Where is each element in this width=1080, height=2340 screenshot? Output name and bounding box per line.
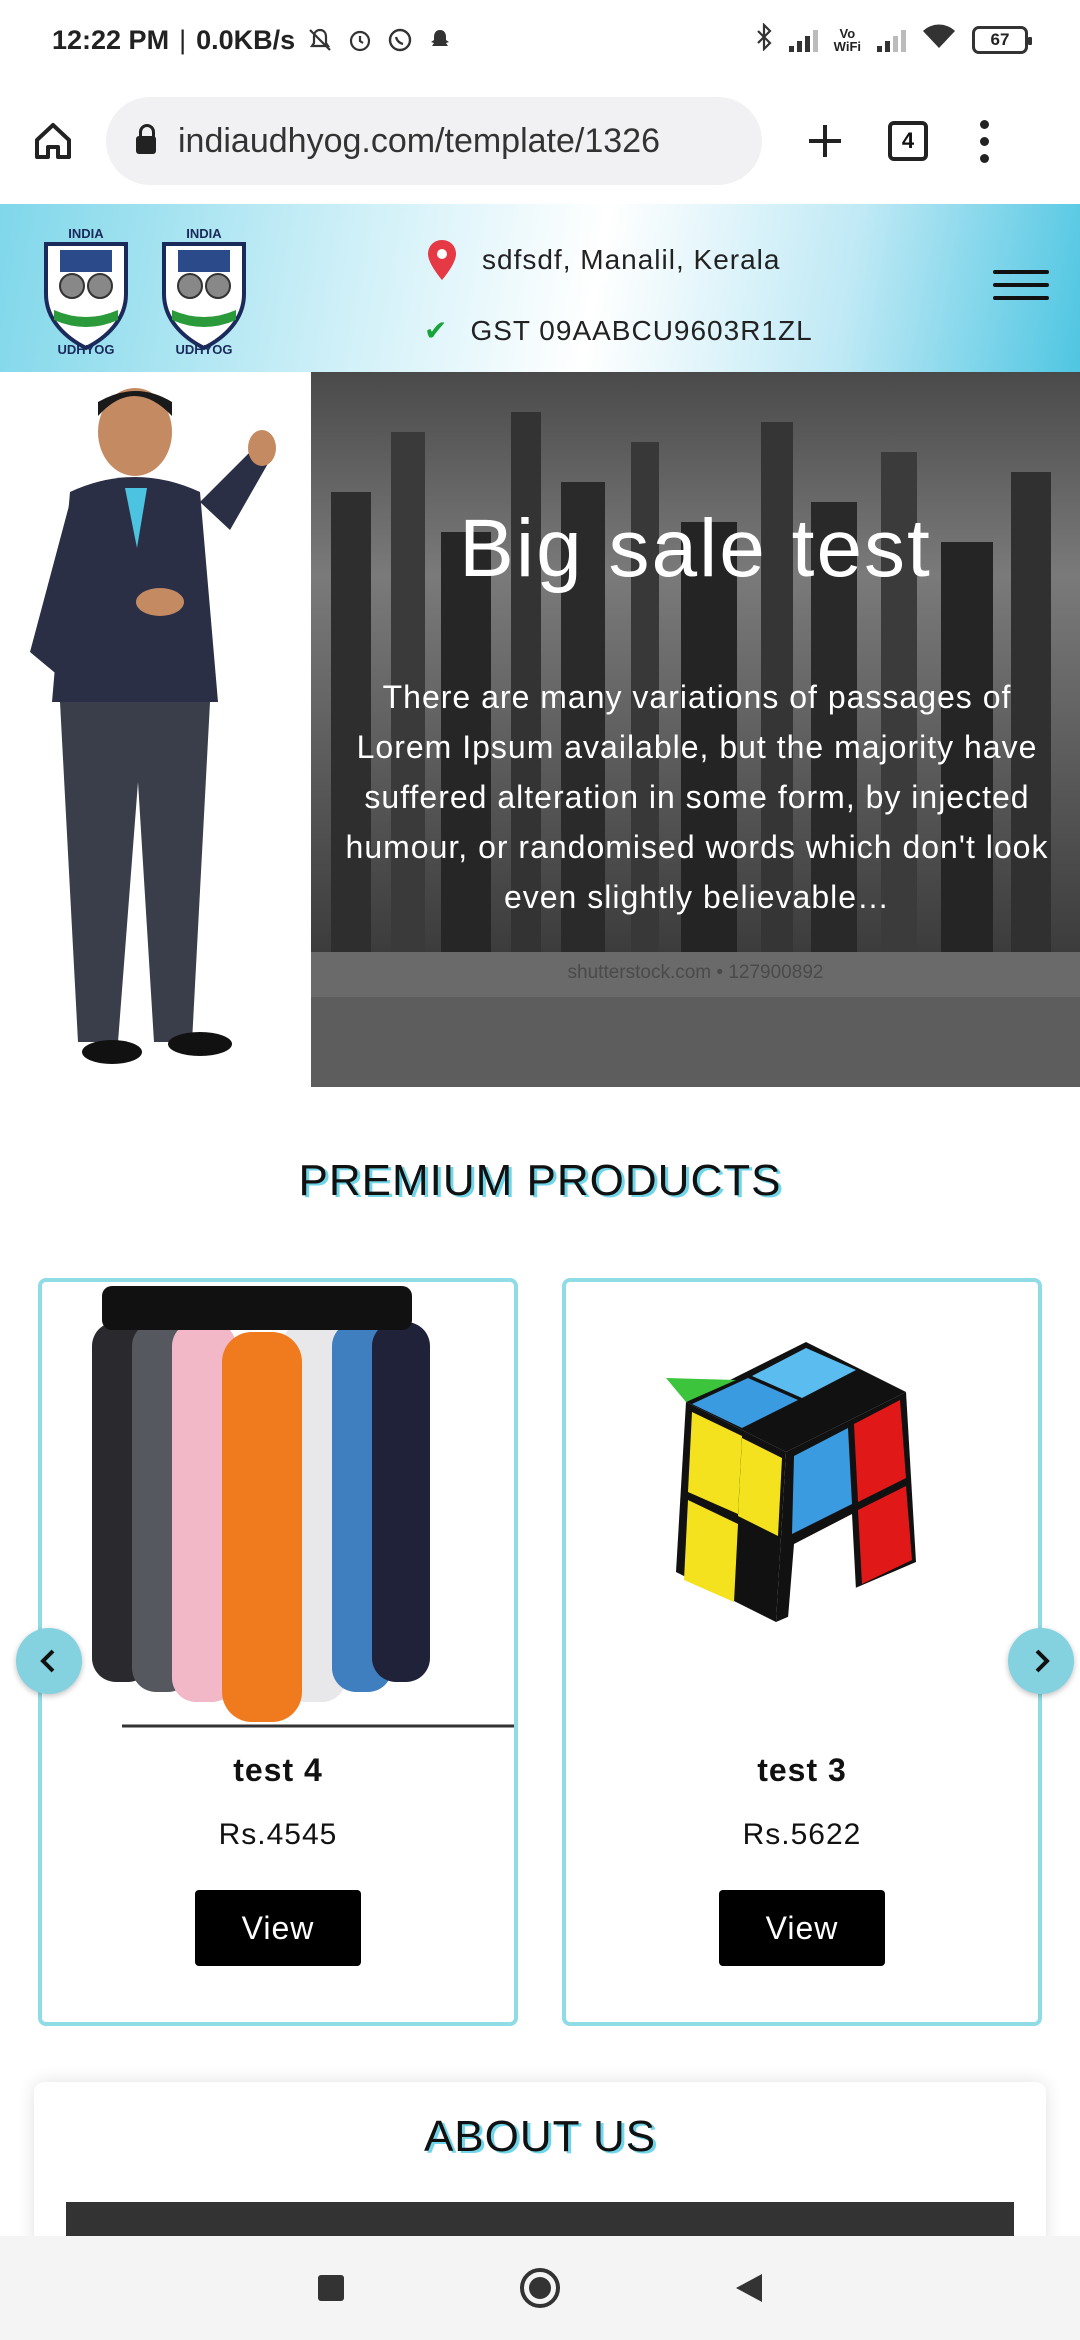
bluetooth-icon (755, 22, 773, 57)
premium-products-title: PREMIUM PRODUCTS (298, 1156, 782, 1205)
alarm-icon (345, 25, 375, 55)
product-price: Rs.5622 (742, 1818, 862, 1851)
plus-icon (809, 125, 841, 157)
hamburger-line (993, 296, 1049, 300)
view-button[interactable]: View (719, 1890, 885, 1966)
about-us-title: ABOUT US (423, 2112, 657, 2161)
chevron-right-icon (1035, 1649, 1050, 1673)
home-dot (529, 2277, 551, 2299)
vowifi-icon: Vo WiFi (833, 26, 861, 54)
header-location: sdfsdf, Manalil, Kerala (428, 240, 780, 280)
status-speed: 0.0KB/s (196, 24, 296, 55)
menu-dot (979, 136, 989, 146)
status-left: 12:22 PM | 0.0KB/s (52, 25, 455, 56)
menu-dot (979, 153, 989, 163)
carousel-prev-button[interactable] (16, 1628, 82, 1694)
carousel-next-button[interactable] (1008, 1628, 1074, 1694)
back-button[interactable] (736, 2274, 762, 2302)
hero-section: shutterstock.com • 127900892 Big sale te… (0, 372, 1080, 1087)
browser-menu-button[interactable] (974, 119, 994, 163)
chevron-left-icon (40, 1649, 55, 1673)
logo-text-top: INDIA (186, 226, 222, 241)
product-card[interactable]: test 4 Rs.4545 View (38, 1278, 518, 2026)
product-image-rubiks-cube (666, 1342, 916, 1622)
product-name: test 3 (757, 1752, 847, 1788)
hamburger-line (993, 283, 1049, 287)
wifi-icon (922, 24, 956, 56)
hero-description: There are many variations of passages of… (345, 679, 1049, 915)
hero-title: Big sale test (459, 503, 932, 594)
snapchat-icon (425, 25, 455, 55)
new-tab-button[interactable] (798, 114, 852, 168)
logo-text-bottom: UDHYOG (57, 342, 114, 357)
whatsapp-icon (385, 25, 415, 55)
presenter-figure (30, 388, 276, 1064)
product-image-water-bottles (92, 1286, 514, 1728)
battery-icon: 67 (972, 26, 1032, 54)
status-time: 12:22 PM (52, 24, 170, 55)
lock-icon (136, 124, 156, 154)
site-header: INDIA UDHYOG INDIA UDHYOG sdfsdf, Manali… (0, 204, 1080, 372)
home-nav-button[interactable] (520, 2268, 560, 2308)
location-text: sdfsdf, Manalil, Kerala (482, 244, 781, 275)
battery-level: 67 (990, 30, 1010, 49)
address-bar[interactable]: indiaudhyog.com/template/1326 (106, 97, 762, 185)
logo-text-top: INDIA (68, 226, 104, 241)
hamburger-line (993, 270, 1049, 274)
view-button[interactable]: View (195, 1890, 361, 1966)
location-pin-icon (428, 240, 456, 280)
signal-icon-2 (877, 28, 906, 52)
tab-switcher-button[interactable]: 4 (888, 121, 928, 161)
product-card[interactable]: test 3 Rs.5622 View (562, 1278, 1042, 2026)
logo-text-bottom: UDHYOG (175, 342, 232, 357)
site-logo[interactable]: INDIA UDHYOG (34, 218, 138, 358)
status-right: Vo WiFi 67 (755, 22, 1032, 57)
home-icon (35, 123, 71, 159)
hero-person-image (0, 372, 311, 1087)
gst-text: GST 09AABCU9603R1ZL (470, 314, 813, 346)
status-separator: | (179, 24, 187, 55)
product-name: test 4 (233, 1752, 323, 1788)
product-price: Rs.4545 (218, 1818, 338, 1851)
site-menu-button[interactable] (993, 270, 1049, 300)
signal-icon (788, 28, 818, 52)
tab-count: 4 (901, 128, 915, 153)
image-watermark: shutterstock.com • 127900892 (567, 962, 824, 983)
hero-banner: shutterstock.com • 127900892 Big sale te… (311, 372, 1080, 1087)
mute-icon (305, 25, 335, 55)
header-gst: ✔ GST 09AABCU9603R1ZL (424, 314, 813, 347)
recents-button[interactable] (318, 2275, 344, 2301)
system-nav-bar (0, 2236, 1080, 2340)
status-bar: 12:22 PM | 0.0KB/s Vo WiFi 67 (0, 0, 1080, 80)
url-text: indiaudhyog.com/template/1326 (178, 121, 660, 160)
home-button[interactable] (26, 114, 80, 168)
checkmark-icon: ✔ (424, 315, 449, 346)
site-logo-2: INDIA UDHYOG (162, 226, 246, 357)
menu-dot (979, 119, 989, 129)
browser-toolbar: indiaudhyog.com/template/1326 4 (0, 80, 1080, 202)
